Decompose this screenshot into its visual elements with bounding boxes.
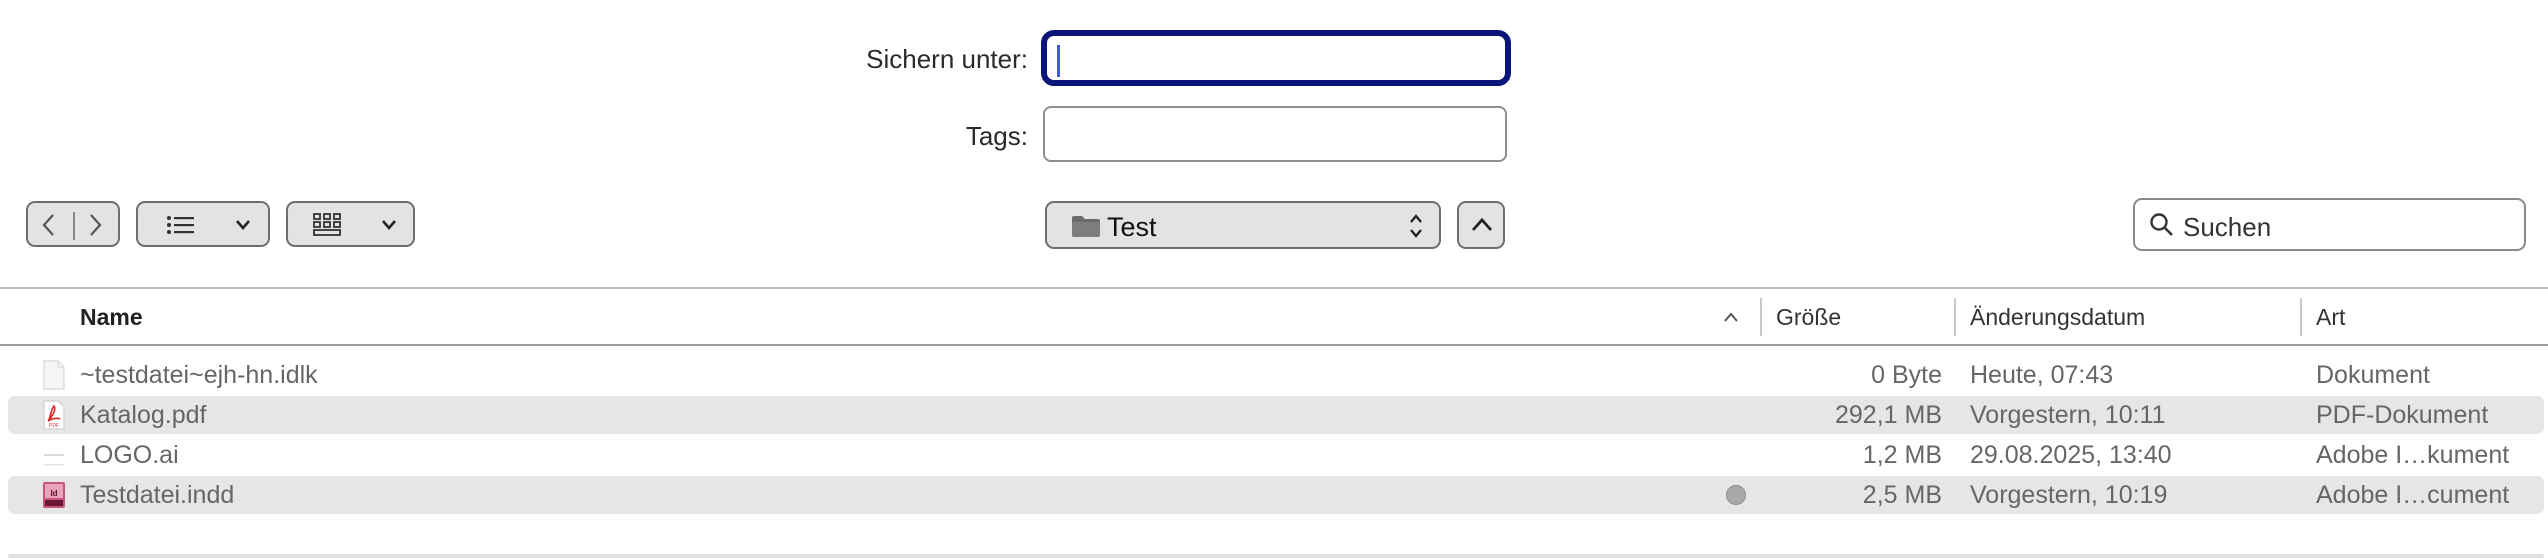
search-icon [2149, 212, 2175, 238]
file-size: 1,2 MB [1862, 441, 1942, 469]
file-name: Testdatei.indd [80, 481, 235, 509]
file-kind: PDF-Dokument [2316, 401, 2489, 429]
tags-label: Tags: [965, 121, 1028, 151]
file-size: 0 Byte [1871, 361, 1942, 389]
segment-divider [73, 212, 75, 240]
document-icon [42, 360, 66, 390]
indesign-file-icon: Id [42, 480, 66, 510]
column-header: Name Größe Änderungsdatum Art [0, 290, 2548, 344]
search-placeholder: Suchen [2183, 212, 2272, 242]
file-size: 2,5 MB [1862, 481, 1942, 509]
header-top-border [0, 287, 2548, 289]
location-popup[interactable]: Test [1045, 201, 1441, 249]
chevron-right-icon[interactable] [84, 212, 106, 238]
grid-view-icon [312, 212, 342, 238]
tags-field[interactable] [1043, 106, 1507, 162]
header-bottom-border [0, 344, 2548, 346]
file-size: 292,1 MB [1834, 401, 1942, 429]
svg-text:Id: Id [50, 489, 57, 498]
file-kind: Adobe I…cument [2316, 481, 2510, 509]
file-name: LOGO.ai [80, 441, 179, 469]
file-name: Katalog.pdf [80, 401, 207, 429]
file-name: ~testdatei~ejh-hn.idlk [80, 361, 318, 389]
group-view-button[interactable] [286, 201, 415, 247]
sort-ascending-icon[interactable] [1722, 310, 1740, 324]
search-field[interactable]: Suchen [2133, 198, 2526, 251]
chevron-down-icon [234, 218, 252, 232]
column-divider[interactable] [2300, 298, 2302, 336]
save-as-label: Sichern unter: [866, 44, 1028, 74]
svg-text:PDF: PDF [49, 423, 59, 429]
location-label: Test [1107, 212, 1157, 242]
text-caret [1057, 45, 1060, 77]
column-kind[interactable]: Art [2316, 304, 2345, 331]
column-divider[interactable] [1760, 298, 1762, 336]
file-row[interactable]: LOGO.ai 1,2 MB 29.08.2025, 13:40 Adobe I… [8, 436, 2544, 474]
horizontal-scrollbar[interactable] [8, 554, 2544, 558]
up-down-chevron-icon [1407, 211, 1425, 241]
column-divider[interactable] [1954, 298, 1956, 336]
chevron-up-icon [1470, 216, 1494, 234]
back-forward-button[interactable] [26, 201, 120, 247]
list-view-icon [166, 214, 196, 236]
file-row[interactable]: ~testdatei~ejh-hn.idlk 0 Byte Heute, 07:… [8, 356, 2544, 394]
column-size[interactable]: Größe [1776, 304, 1841, 331]
folder-icon [1071, 214, 1101, 238]
file-modified: 29.08.2025, 13:40 [1970, 441, 2172, 469]
column-modified[interactable]: Änderungsdatum [1970, 304, 2145, 331]
collapse-button[interactable] [1457, 201, 1505, 249]
save-as-field[interactable] [1041, 30, 1511, 86]
pdf-icon: PDF [42, 400, 66, 430]
file-modified: Heute, 07:43 [1970, 361, 2114, 389]
file-kind: Adobe I…kument [2316, 441, 2510, 469]
file-modified: Vorgestern, 10:11 [1970, 401, 2166, 429]
illustrator-file-icon [42, 440, 66, 470]
file-kind: Dokument [2316, 361, 2430, 389]
column-name[interactable]: Name [80, 304, 143, 331]
chevron-left-icon[interactable] [38, 212, 60, 238]
file-row[interactable]: Id Testdatei.indd 2,5 MB Vorgestern, 10:… [8, 476, 2544, 514]
file-modified: Vorgestern, 10:19 [1970, 481, 2168, 509]
file-row[interactable]: PDF Katalog.pdf 292,1 MB Vorgestern, 10:… [8, 396, 2544, 434]
chevron-down-icon [380, 218, 398, 232]
list-view-button[interactable] [136, 201, 270, 247]
